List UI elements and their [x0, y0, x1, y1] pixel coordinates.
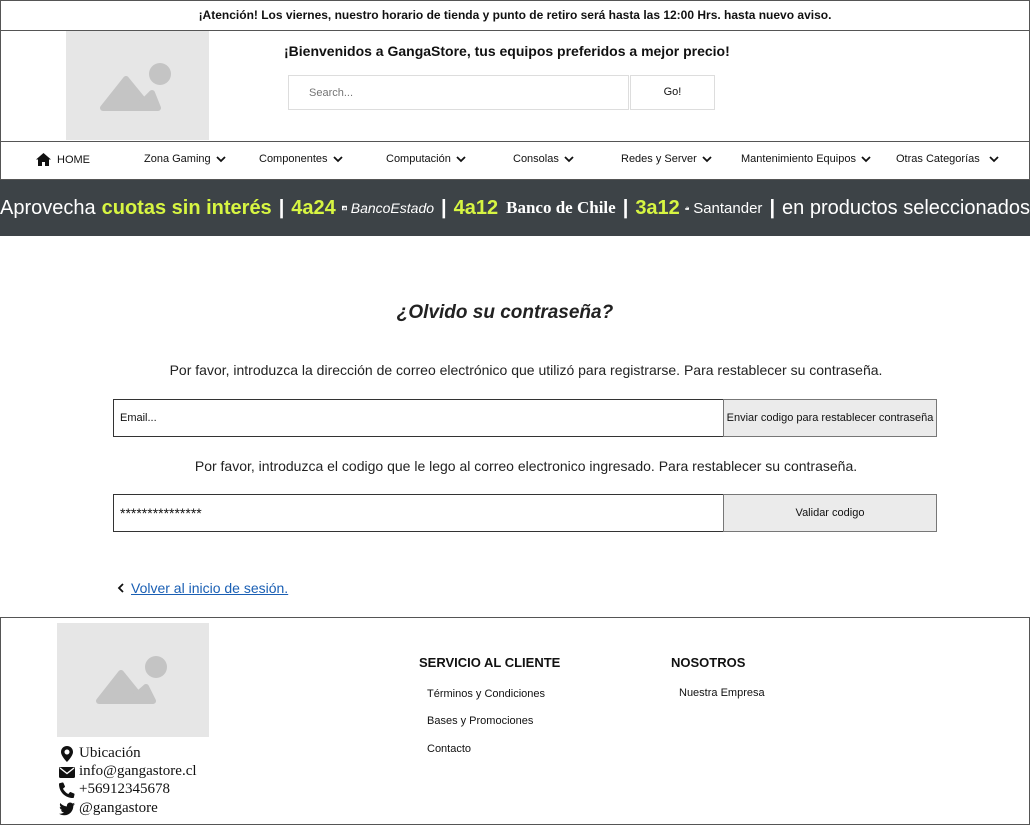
nav-item-zona-gaming[interactable]: Zona Gaming: [144, 153, 227, 165]
home-icon: [36, 153, 51, 166]
map-marker-icon: [61, 745, 73, 762]
footer-email[interactable]: info@gangastore.cl: [59, 763, 197, 780]
santander-flame-icon: [684, 206, 690, 210]
promo-banner[interactable]: Aprovecha cuotas sin interés | 4a24 Banc…: [0, 180, 1030, 236]
nav-home[interactable]: HOME: [36, 153, 90, 166]
chevron-down-icon: [564, 156, 574, 163]
footer-twitter[interactable]: @gangastore: [59, 800, 158, 817]
footer-email-label: info@gangastore.cl: [79, 763, 197, 779]
banner-bank-1: BancoEstado: [350, 200, 435, 216]
banner-highlight: cuotas sin interés: [101, 196, 272, 219]
chevron-down-icon: [216, 156, 226, 163]
footer-location-label: Ubicación: [79, 745, 141, 761]
image-placeholder-icon: [96, 656, 167, 704]
banner-divider: |: [278, 196, 285, 219]
banner-divider: |: [622, 196, 629, 219]
nav-item-consolas[interactable]: Consolas: [513, 153, 575, 165]
nav-item-redes-y-server[interactable]: Redes y Server: [621, 153, 713, 165]
nav-item-mantenimiento-equipos[interactable]: Mantenimiento Equipos: [741, 153, 872, 165]
code-instructions: Por favor, introduzca el codigo que le l…: [194, 458, 858, 474]
bancoestado-logo-icon: [341, 205, 347, 211]
nav-item-label: Consolas: [513, 153, 559, 165]
page-title: ¿Olvido su contraseña?: [396, 302, 614, 323]
email-instructions: Por favor, introduzca la dirección de co…: [169, 362, 883, 378]
nav-item-label: Mantenimiento Equipos: [741, 153, 856, 165]
code-input[interactable]: ***************: [113, 494, 724, 532]
welcome-message: ¡Bienvenidos a GangaStore, tus equipos p…: [284, 43, 730, 59]
phone-icon: [59, 781, 75, 798]
envelope-icon: [59, 766, 75, 778]
notice-bar: ¡Atención! Los viernes, nuestro horario …: [0, 0, 1030, 31]
validate-code-button[interactable]: Validar codigo: [723, 494, 937, 532]
banner-bank-3: Santander: [693, 199, 763, 217]
nav-item-otras-categorias[interactable]: Otras Categorías: [896, 153, 1000, 165]
banner-offer-2: 4a12: [453, 196, 499, 219]
footer-about-title: NOSOTROS: [671, 655, 746, 670]
send-code-button[interactable]: Enviar codigo para restablecer contraseñ…: [723, 399, 937, 437]
footer-link-terminos[interactable]: Términos y Condiciones: [427, 688, 545, 700]
footer-link-bases[interactable]: Bases y Promociones: [427, 715, 533, 727]
footer-phone-label: +56912345678: [79, 781, 170, 797]
back-to-login-link[interactable]: Volver al inicio de sesión.: [131, 580, 288, 596]
nav-item-label: Zona Gaming: [144, 153, 211, 165]
chevron-down-icon: [332, 156, 343, 163]
footer-twitter-label: @gangastore: [79, 800, 158, 816]
email-input[interactable]: Email...: [113, 399, 724, 437]
banner-lead: Aprovecha: [0, 196, 96, 219]
search-button[interactable]: Go!: [630, 75, 715, 110]
chevron-down-icon: [861, 156, 871, 163]
banner-offer-3: 3a12: [635, 196, 680, 219]
banner-divider: |: [769, 196, 776, 219]
chevron-down-icon: [456, 156, 466, 163]
footer-phone[interactable]: +56912345678: [59, 781, 170, 798]
nav-item-label: Otras Categorías: [896, 153, 980, 165]
nav-home-label: HOME: [57, 153, 90, 166]
image-placeholder-icon: [100, 63, 171, 111]
nav-item-label: Componentes: [259, 153, 328, 165]
banner-offer-1: 4a24: [291, 196, 336, 219]
chevron-down-icon: [702, 156, 712, 163]
banner-tail: en productos seleccionados: [782, 196, 1030, 219]
footer-logo[interactable]: [57, 623, 209, 737]
nav-item-computacion[interactable]: Computación: [386, 153, 467, 165]
search-input[interactable]: [288, 75, 629, 110]
back-to-login[interactable]: Volver al inicio de sesión.: [117, 580, 288, 596]
nav-item-componentes[interactable]: Componentes: [259, 153, 344, 165]
banner-bank-2: Banco de Chile: [506, 198, 616, 217]
store-logo[interactable]: [66, 31, 209, 140]
footer-location[interactable]: Ubicación: [59, 745, 141, 762]
banner-divider: |: [441, 196, 447, 219]
chevron-left-icon: [117, 583, 124, 593]
nav-item-label: Redes y Server: [621, 153, 697, 165]
footer-service-title: SERVICIO AL CLIENTE: [419, 655, 561, 670]
footer-link-nuestra-empresa[interactable]: Nuestra Empresa: [679, 687, 765, 699]
chevron-down-icon: [989, 156, 999, 163]
twitter-icon: [59, 802, 75, 815]
footer-link-contacto[interactable]: Contacto: [427, 743, 471, 755]
nav-item-label: Computación: [386, 153, 451, 165]
